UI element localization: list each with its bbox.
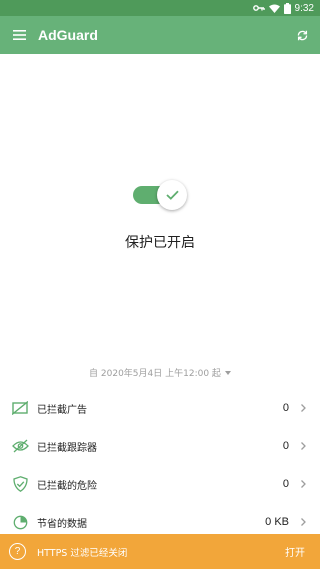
data-saved-icon (11, 513, 29, 531)
refresh-icon (297, 30, 307, 40)
chevron-right-icon (301, 404, 306, 412)
key-icon (252, 4, 265, 12)
chevron-right-icon (301, 442, 306, 450)
https-enable-button[interactable]: 打开 (285, 544, 305, 559)
toggle-knob (157, 180, 187, 210)
protection-toggle[interactable] (133, 180, 189, 210)
stat-value: 0 (282, 440, 289, 452)
refresh-button[interactable] (290, 23, 314, 47)
chevron-right-icon (301, 518, 306, 526)
ad-block-icon (11, 399, 29, 417)
dropdown-caret-icon (224, 370, 231, 375)
help-icon: ? (9, 543, 26, 560)
battery-icon (283, 2, 291, 14)
stat-label: 已拦截跟踪器 (37, 442, 97, 454)
stat-row-trackers[interactable]: 已拦截跟踪器 0 (0, 427, 320, 465)
date-filter[interactable]: 自 2020年5月4日 上午12:00 起 (0, 366, 320, 379)
checkmark-icon (165, 190, 179, 200)
chevron-right-icon (301, 480, 306, 488)
status-icons: 9:32 (252, 1, 314, 15)
tracker-block-icon (11, 437, 29, 455)
stat-label: 节省的数据 (37, 518, 87, 530)
https-banner: ? HTTPS 过滤已经关闭 打开 (0, 534, 320, 569)
menu-icon (12, 30, 26, 40)
app-bar: AdGuard (0, 16, 320, 54)
stat-row-ads[interactable]: 已拦截广告 0 (0, 389, 320, 427)
status-time: 9:32 (294, 2, 314, 14)
status-bar: 9:32 (0, 0, 320, 16)
wifi-icon (268, 4, 280, 13)
stat-label: 已拦截广告 (37, 404, 87, 416)
menu-button[interactable] (0, 16, 38, 54)
stat-value: 0 KB (265, 516, 289, 528)
date-filter-label: 自 2020年5月4日 上午12:00 起 (89, 369, 221, 379)
app-title: AdGuard (38, 27, 98, 43)
stat-value: 0 (282, 478, 289, 490)
stat-label: 已拦截的危险 (37, 480, 97, 492)
stat-row-threats[interactable]: 已拦截的危险 0 (0, 465, 320, 503)
stat-value: 0 (282, 402, 289, 414)
https-banner-text: HTTPS 过滤已经关闭 (37, 547, 128, 559)
protection-status-text: 保护已开启 (125, 235, 195, 251)
shield-check-icon (11, 475, 29, 493)
